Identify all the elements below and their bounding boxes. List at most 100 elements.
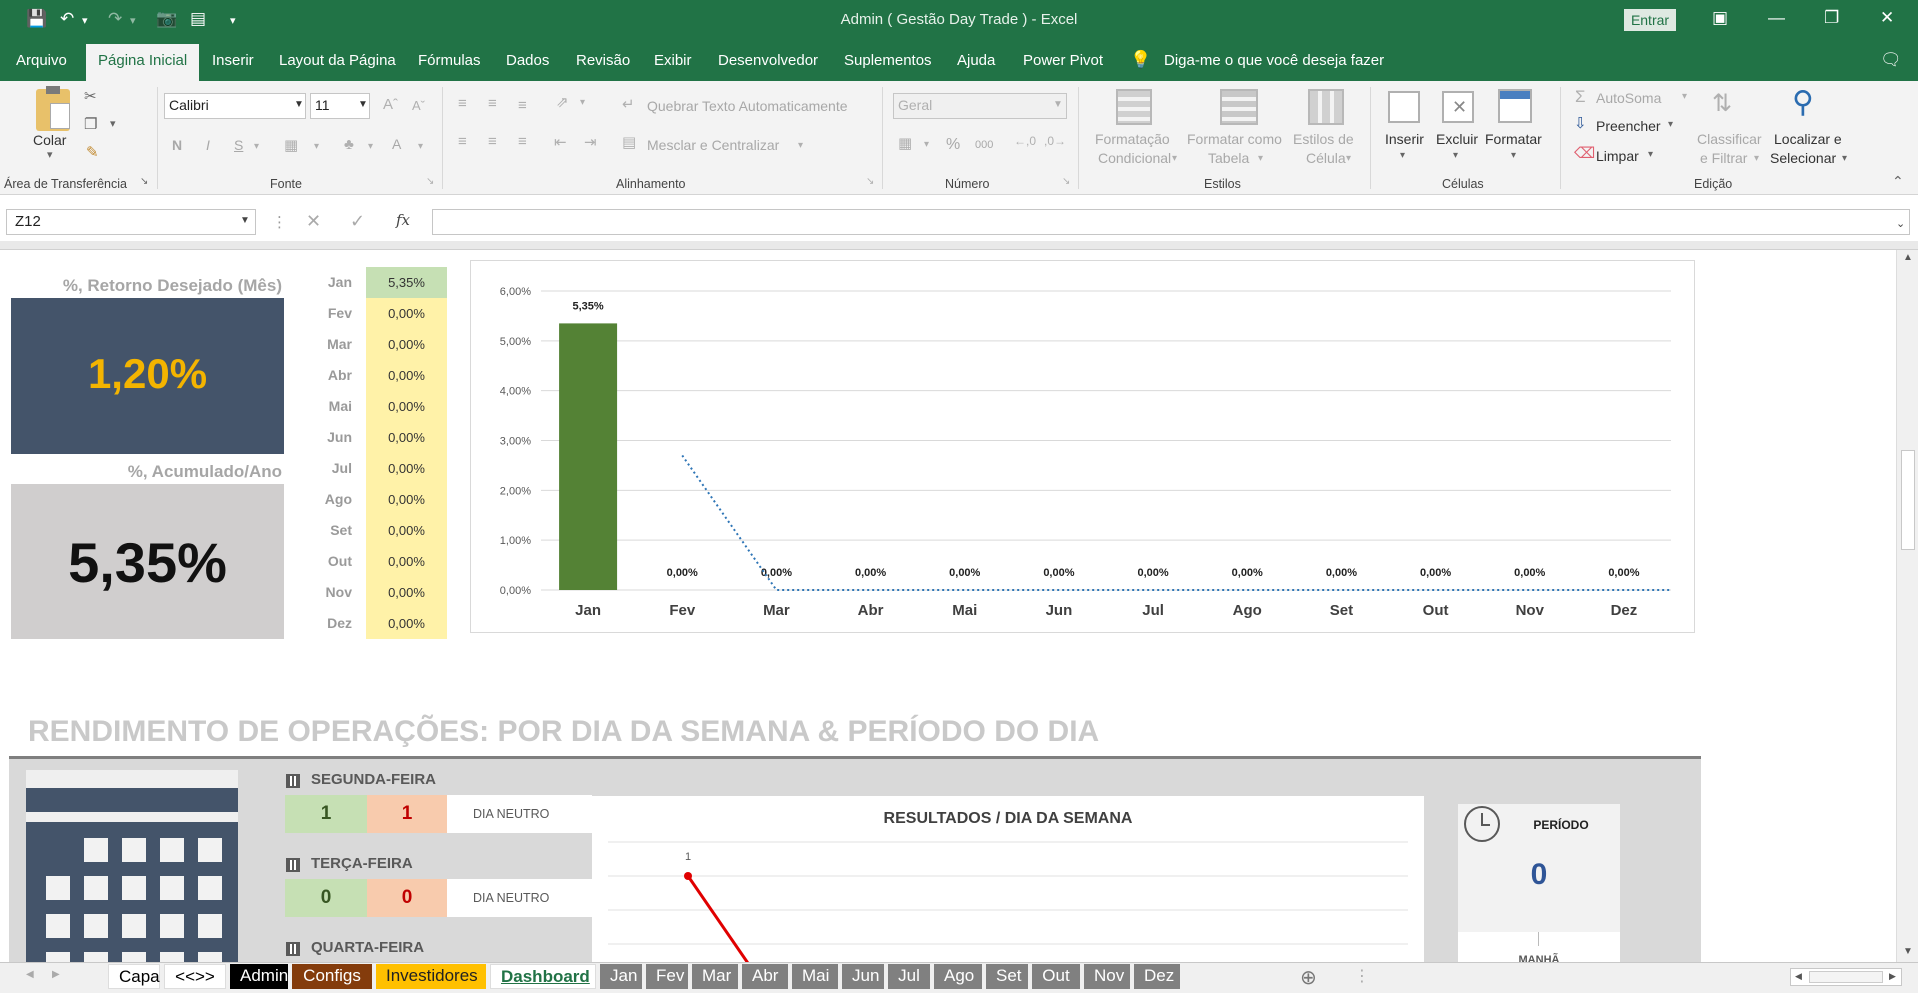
cell-styles-icon[interactable] — [1308, 89, 1344, 125]
percent-style-button[interactable]: % — [946, 136, 960, 154]
align-center-icon[interactable]: ≡ — [488, 133, 497, 150]
cancel-entry-icon[interactable]: ✕ — [306, 211, 321, 232]
fill-color-icon[interactable]: ♣ — [344, 136, 354, 153]
conditional-dropdown-icon[interactable]: ▾ — [1172, 153, 1177, 164]
monthly-chart-frame[interactable]: 0,00% 1,00% 2,00% 3,00% 4,00% 5,00% 6,00% 5,35%… — [470, 260, 1695, 633]
weekday-losses[interactable]: 1 — [367, 795, 447, 833]
vertical-scrollbar[interactable]: ▲ ▼ — [1896, 250, 1918, 962]
clear-button[interactable]: Limpar — [1596, 148, 1639, 164]
sheet-tab-set[interactable]: Set — [986, 964, 1028, 989]
font-name-select[interactable]: Calibri — [164, 93, 306, 119]
tab-power-pivot[interactable]: Power Pivot — [1023, 52, 1103, 69]
sheet-tab-nov[interactable]: Nov — [1084, 964, 1130, 989]
sheet-tab-capa[interactable]: Capa — [108, 964, 160, 989]
month-value-cell[interactable]: 0,00% — [366, 608, 447, 639]
month-value-cell[interactable]: 0,00% — [366, 577, 447, 608]
tab-scroll-left-icon[interactable]: ◀ — [26, 969, 34, 980]
conditional-formatting-icon[interactable] — [1116, 89, 1152, 125]
copy-dropdown-icon[interactable]: ▾ — [110, 117, 116, 130]
confirm-entry-icon[interactable]: ✓ — [350, 211, 365, 232]
month-value-cell[interactable]: 0,00% — [366, 546, 447, 577]
tab-ajuda[interactable]: Ajuda — [957, 52, 995, 69]
name-box-dropdown-icon[interactable]: ▼ — [240, 215, 250, 226]
conditional-formatting-button[interactable]: Formatação — [1095, 131, 1170, 147]
weekday-wins[interactable]: 0 — [285, 879, 367, 917]
name-box[interactable]: Z12 — [6, 209, 256, 235]
expand-formula-bar-icon[interactable]: ⌄ — [1896, 217, 1905, 230]
font-color-dropdown-icon[interactable]: ▾ — [418, 141, 423, 152]
sheet-tab-jan[interactable]: Jan — [600, 964, 642, 989]
formula-bar-options-icon[interactable]: ⋮ — [272, 213, 287, 231]
increase-indent-icon[interactable]: ⇥ — [584, 133, 597, 151]
accounting-format-icon[interactable]: ▦ — [898, 134, 912, 152]
tab-pagina-inicial[interactable]: Página Inicial — [86, 44, 200, 81]
wrap-text-button[interactable]: Quebrar Texto Automaticamente — [647, 98, 848, 114]
tab-suplementos[interactable]: Suplementos — [844, 52, 932, 69]
align-left-icon[interactable]: ≡ — [458, 133, 467, 150]
font-name-dropdown-icon[interactable]: ▼ — [294, 99, 304, 110]
font-size-dropdown-icon[interactable]: ▼ — [358, 99, 368, 110]
sheet-tab-[interactable]: <<>> — [164, 964, 226, 989]
increase-decimal-icon[interactable]: ←,0 — [1014, 134, 1036, 148]
format-cells-icon[interactable] — [1498, 89, 1532, 123]
ribbon-display-icon[interactable]: ▣ — [1712, 8, 1728, 28]
scroll-thumb[interactable] — [1901, 450, 1915, 550]
tab-formulas[interactable]: Fórmulas — [418, 52, 481, 69]
month-value-cell[interactable]: 0,00% — [366, 360, 447, 391]
sort-filter-icon[interactable]: ⇅ — [1712, 89, 1732, 118]
align-bottom-icon[interactable]: ≡ — [518, 97, 527, 114]
copy-icon[interactable]: ❐ — [84, 115, 97, 133]
sheet-tab-mar[interactable]: Mar — [692, 964, 738, 989]
cut-icon[interactable]: ✂ — [84, 87, 97, 105]
borders-icon[interactable]: ▦ — [284, 136, 298, 154]
month-value-cell[interactable]: 5,35% — [366, 267, 447, 298]
fill-dropdown-icon[interactable]: ▾ — [1668, 119, 1673, 130]
hscroll-left-icon[interactable]: ◀ — [1795, 971, 1802, 982]
minimize-icon[interactable]: — — [1768, 8, 1785, 28]
decrease-indent-icon[interactable]: ⇤ — [554, 133, 567, 151]
format-table-dropdown-icon[interactable]: ▾ — [1258, 153, 1263, 164]
decrease-decimal-icon[interactable]: ,0→ — [1044, 134, 1066, 148]
sheet-tab-jun[interactable]: Jun — [842, 964, 884, 989]
tab-exibir[interactable]: Exibir — [654, 52, 692, 69]
sheet-tab-out[interactable]: Out — [1032, 964, 1080, 989]
fill-color-dropdown-icon[interactable]: ▾ — [368, 141, 373, 152]
orientation-icon[interactable]: ⇗ — [556, 93, 569, 111]
weekday-chart-frame[interactable]: RESULTADOS / DIA DA SEMANA 1 — [592, 796, 1424, 962]
month-value-cell[interactable]: 0,00% — [366, 298, 447, 329]
align-top-icon[interactable]: ≡ — [458, 95, 467, 112]
insert-dropdown-icon[interactable]: ▾ — [1400, 150, 1405, 161]
format-painter-icon[interactable]: ✎ — [86, 143, 99, 161]
fill-button[interactable]: Preencher — [1596, 118, 1661, 134]
find-dropdown-icon[interactable]: ▾ — [1842, 153, 1847, 164]
sign-in-button[interactable]: Entrar — [1624, 9, 1676, 31]
weekday-losses[interactable]: 0 — [367, 879, 447, 917]
merge-center-button[interactable]: Mesclar e Centralizar — [647, 137, 779, 153]
merge-dropdown-icon[interactable]: ▾ — [798, 140, 803, 151]
month-value-cell[interactable]: 0,00% — [366, 422, 447, 453]
insert-cells-icon[interactable] — [1388, 91, 1420, 123]
weekday-wins[interactable]: 1 — [285, 795, 367, 833]
align-middle-icon[interactable]: ≡ — [488, 95, 497, 112]
fill-icon[interactable]: ⇩ — [1574, 114, 1587, 132]
month-value-cell[interactable]: 0,00% — [366, 391, 447, 422]
italic-button[interactable]: I — [206, 137, 210, 153]
number-format-dropdown-icon[interactable]: ▼ — [1053, 99, 1063, 110]
tab-scroll-right-icon[interactable]: ▶ — [52, 969, 60, 980]
formula-input[interactable] — [432, 209, 1910, 235]
delete-cells-icon[interactable]: ✕ — [1442, 91, 1474, 123]
close-icon[interactable]: ✕ — [1880, 8, 1894, 28]
merge-center-icon[interactable]: ▤ — [622, 133, 636, 151]
align-right-icon[interactable]: ≡ — [518, 133, 527, 150]
find-select-button[interactable]: Localizar e — [1774, 131, 1842, 147]
paste-button[interactable]: Colar — [33, 132, 66, 148]
sort-filter-button[interactable]: Classificar — [1697, 131, 1762, 147]
sheet-tab-configs[interactable]: Configs — [292, 964, 372, 989]
tab-desenvolvedor[interactable]: Desenvolvedor — [718, 52, 818, 69]
restore-icon[interactable]: ❐ — [1824, 8, 1839, 28]
font-color-button[interactable]: A — [392, 136, 401, 152]
clear-icon[interactable]: ⌫ — [1574, 144, 1595, 162]
sort-dropdown-icon[interactable]: ▾ — [1754, 153, 1759, 164]
sheet-tab-investidores[interactable]: Investidores — [376, 964, 486, 989]
month-value-cell[interactable]: 0,00% — [366, 484, 447, 515]
